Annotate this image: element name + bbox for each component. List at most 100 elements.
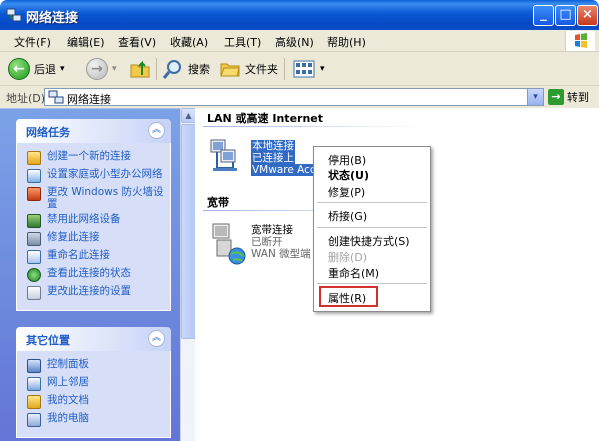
network-tasks-title: 网络任务 <box>26 126 70 139</box>
address-dropdown-icon[interactable]: ▾ <box>527 89 543 105</box>
settings-icon <box>27 286 41 300</box>
collapse-icon[interactable]: ︽ <box>148 330 165 347</box>
rename-icon <box>27 250 41 264</box>
my-computer-icon <box>27 413 41 427</box>
network-tasks-header[interactable]: 网络任务 ︽ <box>16 119 171 143</box>
menu-item-create-shortcut[interactable]: 创建快捷方式(S) <box>328 233 410 249</box>
place-control-panel[interactable]: 控制面板 <box>17 357 170 375</box>
menu-edit[interactable]: 编辑(E) <box>67 34 105 50</box>
close-button[interactable]: × <box>577 5 598 26</box>
task-label: 创建一个新的连接 <box>47 150 131 162</box>
group-divider <box>203 126 423 127</box>
place-label: 我的电脑 <box>47 412 89 424</box>
back-label: 后退 <box>34 63 56 76</box>
task-label: 禁用此网络设备 <box>47 213 121 225</box>
back-arrow-icon: ← <box>8 58 30 80</box>
back-button[interactable]: ← 后退 ▾ <box>8 56 65 82</box>
broadband-connection-name: 宽带连接 <box>251 224 293 236</box>
maximize-button[interactable]: □ <box>555 5 576 26</box>
place-my-documents[interactable]: 我的文档 <box>17 393 170 411</box>
task-home-network[interactable]: 设置家庭或小型办公网络 <box>17 167 170 185</box>
scroll-up-icon[interactable]: ▲ <box>181 108 196 123</box>
group-lan-title: LAN 或高速 Internet <box>207 112 324 125</box>
title-bar: 网络连接 _ □ × <box>0 0 599 30</box>
back-dropdown-icon[interactable]: ▾ <box>60 64 65 74</box>
up-folder-button[interactable] <box>128 56 152 82</box>
address-label: 地址(D) <box>6 92 46 105</box>
other-places-list: 控制面板 网上邻居 我的文档 我的电脑 <box>16 351 171 438</box>
place-label: 我的文档 <box>47 394 89 406</box>
forward-button[interactable]: → ▾ <box>86 56 117 82</box>
address-bar: 地址(D) 网络连接 ▾ → 转到 <box>0 86 599 108</box>
task-rename-connection[interactable]: 重命名此连接 <box>17 248 170 266</box>
menu-item-bridge[interactable]: 桥接(G) <box>328 208 367 224</box>
place-label: 网上邻居 <box>47 376 89 388</box>
menu-separator <box>317 202 427 203</box>
task-disable-device[interactable]: 禁用此网络设备 <box>17 212 170 230</box>
repair-icon <box>27 232 41 246</box>
views-dropdown-icon[interactable]: ▾ <box>320 64 325 74</box>
menu-item-disable[interactable]: 停用(B) <box>328 152 366 168</box>
minimize-icon: _ <box>540 7 547 22</box>
search-button[interactable]: 搜索 <box>162 56 210 82</box>
network-neighborhood-icon <box>27 377 41 391</box>
place-network-neighborhood[interactable]: 网上邻居 <box>17 375 170 393</box>
status-icon <box>27 268 41 282</box>
search-icon <box>162 60 181 79</box>
folders-label: 文件夹 <box>245 63 278 76</box>
address-input[interactable]: 网络连接 ▾ <box>44 88 544 106</box>
task-pane: 网络任务 ︽ 创建一个新的连接 设置家庭或小型办公网络 更改 Windows 防… <box>0 108 180 441</box>
search-label: 搜索 <box>188 63 210 76</box>
my-documents-icon <box>27 395 41 409</box>
task-repair-connection[interactable]: 修复此连接 <box>17 230 170 248</box>
collapse-icon[interactable]: ︽ <box>148 122 165 139</box>
toolbar-separator <box>284 58 285 80</box>
menu-tools[interactable]: 工具(T) <box>224 34 261 50</box>
task-change-settings[interactable]: 更改此连接的设置 <box>17 284 170 302</box>
forward-arrow-icon: → <box>86 58 108 80</box>
menu-separator <box>317 227 427 228</box>
go-arrow-icon: → <box>548 89 564 105</box>
place-label: 控制面板 <box>47 358 89 370</box>
forward-dropdown-icon[interactable]: ▾ <box>112 64 117 74</box>
menu-view[interactable]: 查看(V) <box>118 34 156 50</box>
menu-item-rename[interactable]: 重命名(M) <box>328 265 379 281</box>
go-button[interactable]: → 转到 <box>548 89 589 105</box>
up-folder-icon <box>130 60 150 78</box>
lan-connection-device: VMware Acc <box>251 164 317 176</box>
menu-file[interactable]: 文件(F) <box>14 34 51 50</box>
context-menu: 停用(B) 状态(U) 修复(P) 桥接(G) 创建快捷方式(S) 删除(D) … <box>313 146 431 312</box>
menu-item-repair[interactable]: 修复(P) <box>328 184 365 200</box>
windows-logo-icon <box>565 31 595 51</box>
disable-device-icon <box>27 214 41 228</box>
lan-connection-status: 已连接上 <box>251 152 295 164</box>
task-create-connection[interactable]: 创建一个新的连接 <box>17 149 170 167</box>
broadband-connection-device: WAN 微型端 <box>251 248 311 260</box>
views-button[interactable]: ▾ <box>292 56 325 82</box>
network-tasks-list: 创建一个新的连接 设置家庭或小型办公网络 更改 Windows 防火墙设置 禁用… <box>16 143 171 311</box>
address-value: 网络连接 <box>67 93 111 106</box>
other-places-panel: 其它位置 ︽ 控制面板 网上邻居 我的文档 我的电脑 <box>16 327 171 438</box>
menu-item-status[interactable]: 状态(U) <box>328 167 369 183</box>
task-label: 设置家庭或小型办公网络 <box>47 168 163 180</box>
minimize-button[interactable]: _ <box>533 5 554 26</box>
firewall-icon <box>27 187 41 201</box>
broadband-connection-icon <box>212 223 246 265</box>
home-network-icon <box>27 169 41 183</box>
go-label: 转到 <box>567 91 589 104</box>
other-places-title: 其它位置 <box>26 334 70 347</box>
place-my-computer[interactable]: 我的电脑 <box>17 411 170 429</box>
other-places-header[interactable]: 其它位置 ︽ <box>16 327 171 351</box>
scroll-thumb[interactable] <box>181 124 196 339</box>
task-label: 更改此连接的设置 <box>47 285 131 297</box>
lan-connection-icon <box>210 139 237 171</box>
menu-favorites[interactable]: 收藏(A) <box>170 34 208 50</box>
vertical-scrollbar[interactable]: ▲ <box>180 108 196 441</box>
task-view-status[interactable]: 查看此连接的状态 <box>17 266 170 284</box>
folders-button[interactable]: 文件夹 <box>219 56 278 82</box>
task-label: 修复此连接 <box>47 231 100 243</box>
network-tasks-panel: 网络任务 ︽ 创建一个新的连接 设置家庭或小型办公网络 更改 Windows 防… <box>16 119 171 311</box>
task-firewall-settings[interactable]: 更改 Windows 防火墙设置 <box>17 185 170 212</box>
menu-help[interactable]: 帮助(H) <box>327 34 366 50</box>
menu-advanced[interactable]: 高级(N) <box>275 34 314 50</box>
